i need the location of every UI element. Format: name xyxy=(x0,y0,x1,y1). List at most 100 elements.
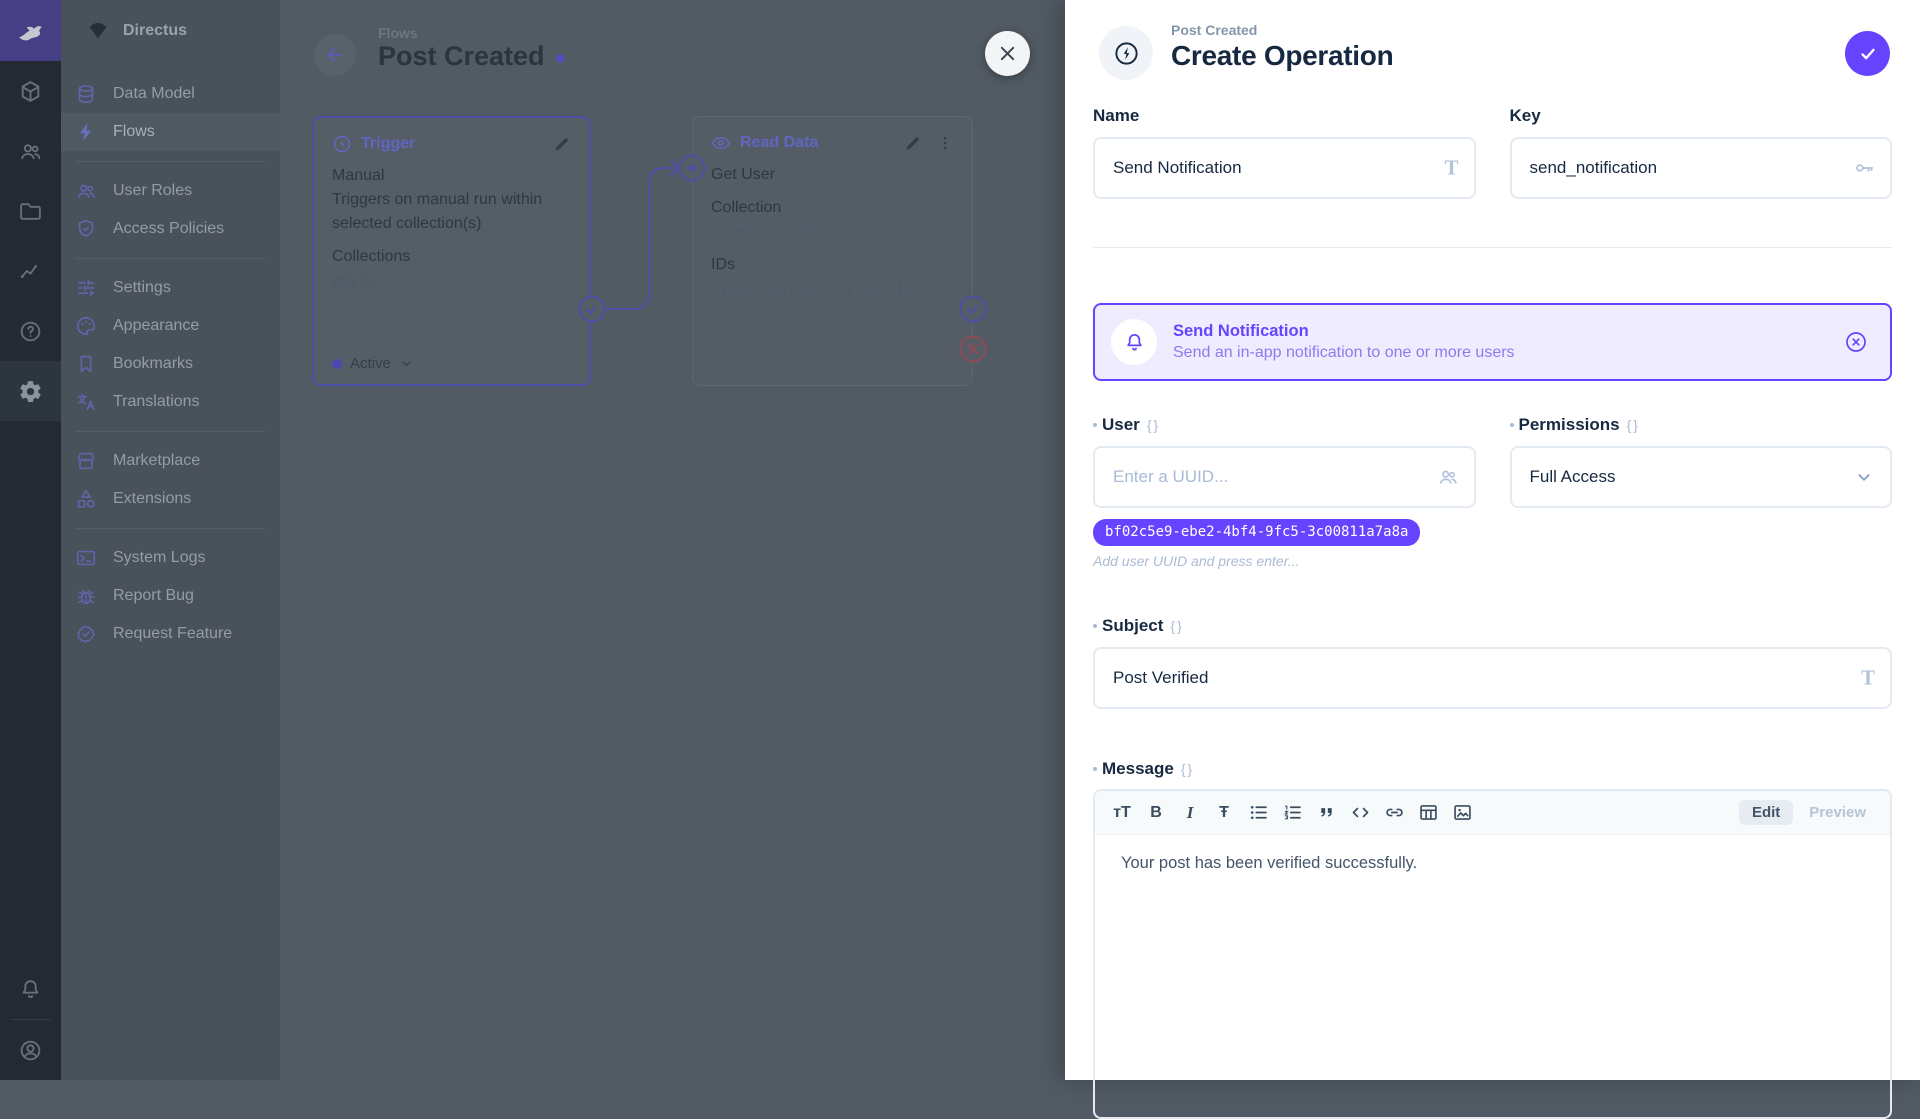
people-icon xyxy=(75,180,97,202)
markdown-editor: тT B I Ŧ xyxy=(1093,789,1892,1119)
sidebar-item-marketplace[interactable]: Marketplace xyxy=(61,442,280,480)
sidebar-item-data-model[interactable]: Data Model xyxy=(61,75,280,113)
kebab-menu-icon[interactable] xyxy=(936,134,954,152)
directus-logo[interactable] xyxy=(0,0,61,61)
ids-label: IDs xyxy=(711,253,954,277)
close-drawer-button[interactable] xyxy=(985,31,1030,76)
key-icon xyxy=(1853,157,1875,179)
name-value: Send Notification xyxy=(1113,158,1242,178)
project-row[interactable]: Directus xyxy=(61,0,280,61)
strikethrough-button[interactable]: Ŧ xyxy=(1209,798,1239,828)
image-button[interactable] xyxy=(1447,798,1477,828)
sidebar-item-label: Extensions xyxy=(113,490,191,508)
file-library-module-icon[interactable] xyxy=(0,181,61,241)
trigger-panel[interactable]: Trigger Manual Triggers on manual run wi… xyxy=(312,116,591,386)
bolt-icon xyxy=(75,121,97,143)
edited-dot xyxy=(1093,624,1097,628)
status-label: Active xyxy=(350,355,391,372)
table-button[interactable] xyxy=(1413,798,1443,828)
collection-value: directus_users xyxy=(711,220,954,244)
sidebar-item-translations[interactable]: Translations xyxy=(61,383,280,421)
key-input[interactable]: send_notification xyxy=(1510,137,1893,199)
panel-type-label: Read Data xyxy=(740,134,895,152)
remove-operation-type-button[interactable] xyxy=(1844,330,1868,354)
permissions-select[interactable]: Full Access xyxy=(1510,446,1893,508)
sidebar-item-label: Request Feature xyxy=(113,625,232,643)
sidebar-item-system-logs[interactable]: System Logs xyxy=(61,539,280,577)
raw-value-toggle-icon[interactable]: {} xyxy=(1170,618,1183,634)
database-icon xyxy=(75,83,97,105)
name-input[interactable]: Send Notification T xyxy=(1093,137,1476,199)
notifications-icon[interactable] xyxy=(0,959,61,1019)
sidebar-item-bookmarks[interactable]: Bookmarks xyxy=(61,345,280,383)
link-button[interactable] xyxy=(1379,798,1409,828)
people-icon[interactable] xyxy=(1437,466,1459,488)
user-directory-module-icon[interactable] xyxy=(0,121,61,181)
operation-header-icon xyxy=(1099,26,1153,80)
drawer-header: Post Created Create Operation xyxy=(1093,0,1892,82)
verified-icon xyxy=(75,623,97,645)
drawer-title: Create Operation xyxy=(1171,40,1393,72)
title-format-icon[interactable]: T xyxy=(1861,666,1875,691)
drawer-breadcrumb: Post Created xyxy=(1171,22,1393,38)
read-data-panel[interactable]: Read Data Get User Collection directus_u… xyxy=(692,116,973,386)
title-format-icon[interactable]: T xyxy=(1444,156,1458,181)
section-divider xyxy=(1093,247,1892,248)
sidebar-item-access-policies[interactable]: Access Policies xyxy=(61,210,280,248)
sidebar-item-user-roles[interactable]: User Roles xyxy=(61,172,280,210)
subject-input[interactable]: Post Verified T xyxy=(1093,647,1892,709)
insights-module-icon[interactable] xyxy=(0,241,61,301)
sidebar-item-label: Data Model xyxy=(113,85,195,103)
sidebar-item-settings[interactable]: Settings xyxy=(61,269,280,307)
numbered-list-button[interactable] xyxy=(1277,798,1307,828)
message-content[interactable]: Your post has been verified successfully… xyxy=(1095,835,1890,892)
nav-divider xyxy=(75,528,266,529)
edit-pencil-icon[interactable] xyxy=(904,134,922,152)
flow-status-toggle[interactable]: Active xyxy=(332,355,414,372)
raw-value-toggle-icon[interactable]: {} xyxy=(1147,417,1160,433)
code-button[interactable] xyxy=(1345,798,1375,828)
nav-divider xyxy=(75,161,266,162)
save-button[interactable] xyxy=(1845,31,1890,76)
edit-pencil-icon[interactable] xyxy=(553,135,571,153)
trigger-description-line2: selected collection(s) xyxy=(332,212,571,236)
sidebar-item-extensions[interactable]: Extensions xyxy=(61,480,280,518)
subject-value: Post Verified xyxy=(1113,668,1208,688)
raw-value-toggle-icon[interactable]: {} xyxy=(1627,417,1640,433)
operation-type-banner[interactable]: Send Notification Send an in-app notific… xyxy=(1093,303,1892,381)
documentation-module-icon[interactable] xyxy=(0,301,61,361)
user-uuid-chip[interactable]: bf02c5e9-ebe2-4bf4-9fc5-3c00811a7a8a xyxy=(1093,519,1420,546)
settings-module-icon[interactable] xyxy=(0,361,61,421)
edited-dot xyxy=(1093,423,1097,427)
italic-button[interactable]: I xyxy=(1175,798,1205,828)
bold-button[interactable]: B xyxy=(1141,798,1171,828)
blockquote-button[interactable] xyxy=(1311,798,1341,828)
raw-value-toggle-icon[interactable]: {} xyxy=(1181,761,1194,777)
sidebar-item-label: Access Policies xyxy=(113,220,224,238)
sidebar-item-label: Translations xyxy=(113,393,200,411)
terminal-icon xyxy=(75,547,97,569)
flow-status-dot xyxy=(556,54,565,63)
sidebar-item-appearance[interactable]: Appearance xyxy=(61,307,280,345)
code-icon xyxy=(1350,802,1371,823)
nav-sidebar: Directus Data Model Flows User Roles Acc… xyxy=(61,0,280,1080)
page-title: Post Created xyxy=(378,41,565,72)
trigger-description-line1: Triggers on manual run within xyxy=(332,188,571,212)
edit-tab[interactable]: Edit xyxy=(1739,800,1793,825)
back-button[interactable] xyxy=(314,34,356,76)
sidebar-item-request-feature[interactable]: Request Feature xyxy=(61,615,280,653)
bulleted-list-button[interactable] xyxy=(1243,798,1273,828)
rabbit-logo-icon xyxy=(14,14,48,48)
sidebar-item-report-bug[interactable]: Report Bug xyxy=(61,577,280,615)
chevron-down-icon xyxy=(1853,466,1875,488)
user-uuid-input[interactable]: Enter a UUID... xyxy=(1093,446,1476,508)
format-size-button[interactable]: тT xyxy=(1107,798,1137,828)
sidebar-item-flows[interactable]: Flows xyxy=(61,113,280,151)
numbered-list-icon xyxy=(1282,802,1303,823)
preview-tab[interactable]: Preview xyxy=(1797,800,1878,825)
key-label: Key xyxy=(1510,106,1541,126)
account-icon[interactable] xyxy=(0,1020,61,1080)
bookmark-icon xyxy=(75,353,97,375)
key-value: send_notification xyxy=(1530,158,1658,178)
content-module-icon[interactable] xyxy=(0,61,61,121)
